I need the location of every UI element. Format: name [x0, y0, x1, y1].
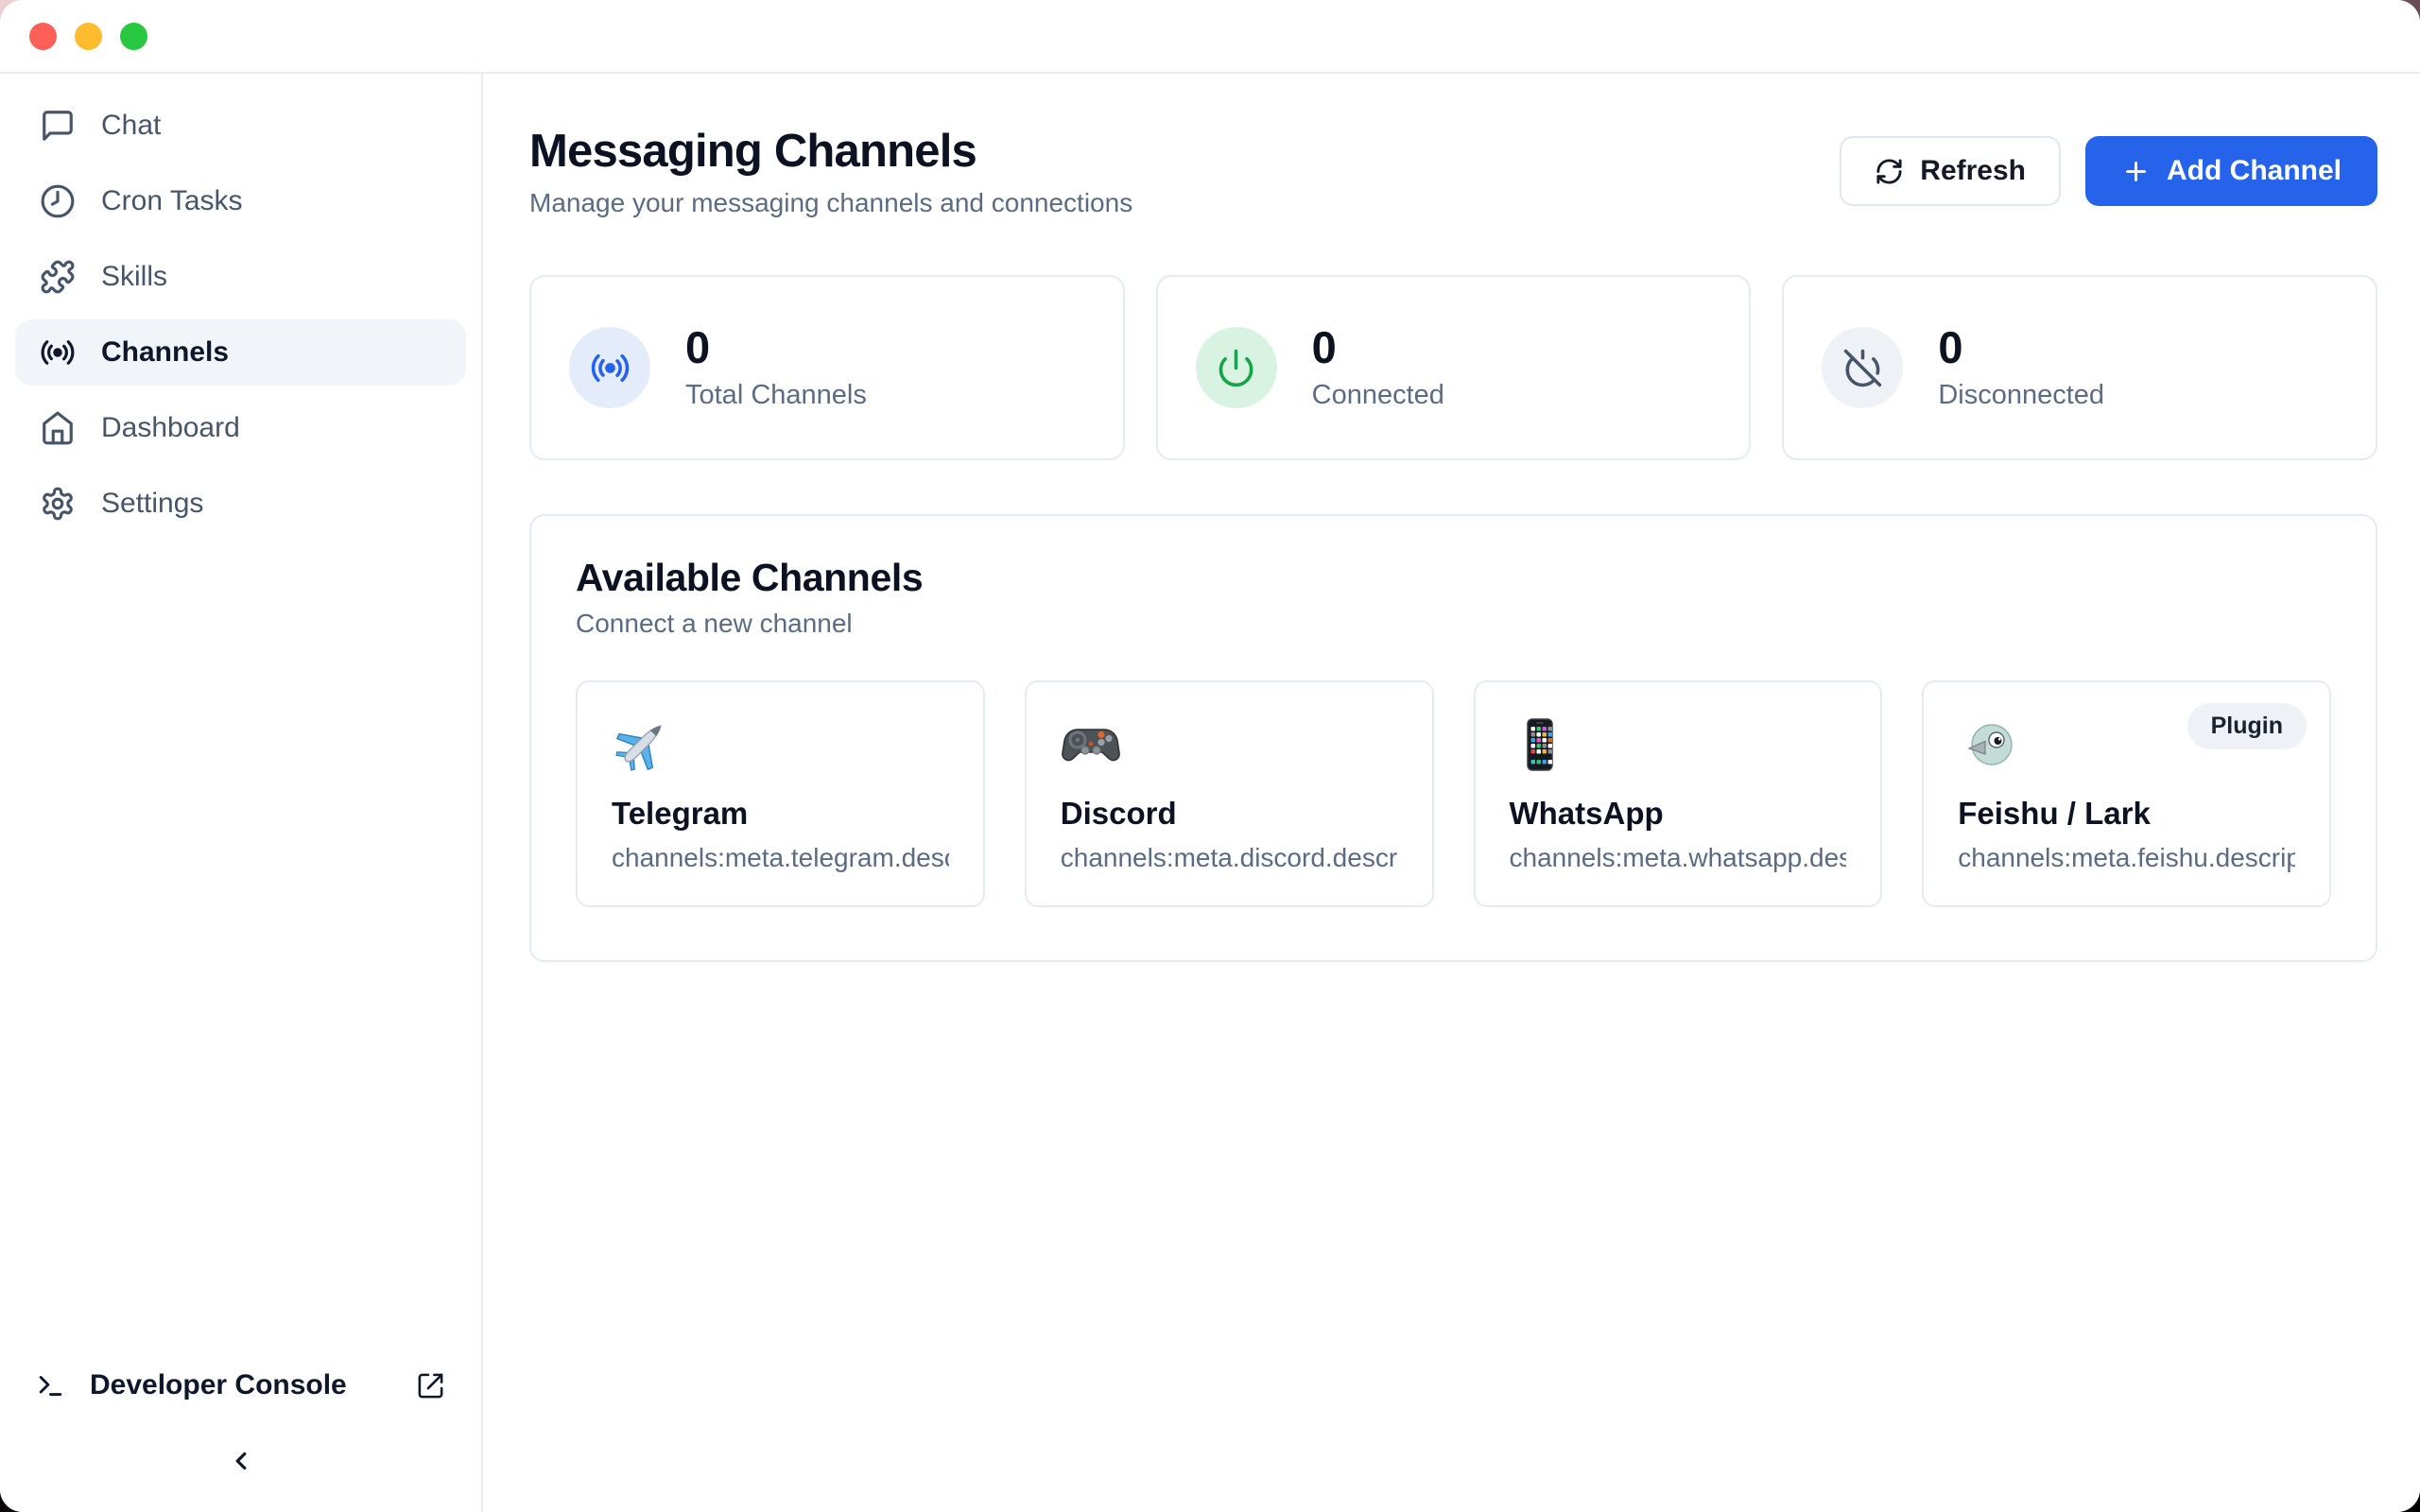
app-window: Chat Cron Tasks Skills Channels Dashboar…: [0, 0, 2420, 1512]
header-actions: Refresh Add Channel: [1840, 136, 2377, 206]
sidebar-item-label: Skills: [101, 261, 167, 293]
channel-name: Feishu / Lark: [1958, 796, 2295, 832]
page-subtitle: Manage your messaging channels and conne…: [529, 188, 1132, 218]
stat-label: Disconnected: [1938, 380, 2104, 411]
channel-name: Discord: [1061, 796, 1398, 832]
broadcast-icon: [40, 335, 76, 370]
stat-value: 0: [1312, 325, 1444, 369]
panel-subtitle: Connect a new channel: [576, 609, 2331, 639]
plus-icon: [2121, 157, 2151, 186]
power-off-icon: [1842, 348, 1883, 388]
stat-label: Connected: [1312, 380, 1444, 411]
stat-value: 0: [1938, 325, 2104, 369]
sidebar-item-label: Channels: [101, 336, 229, 369]
sidebar-item-cron-tasks[interactable]: Cron Tasks: [15, 168, 466, 234]
stat-text: 0 Connected: [1312, 325, 1444, 411]
add-channel-button-label: Add Channel: [2167, 155, 2342, 187]
page-header: Messaging Channels Manage your messaging…: [529, 125, 2377, 218]
stats-row: 0 Total Channels 0 Connected: [529, 275, 2377, 460]
refresh-button[interactable]: Refresh: [1840, 136, 2061, 206]
gamepad-emoji-icon: [1061, 714, 1121, 775]
available-channels-panel: Available Channels Connect a new channel: [529, 514, 2377, 962]
main-layout: Chat Cron Tasks Skills Channels Dashboar…: [0, 74, 2420, 1512]
zoom-window-button[interactable]: [120, 23, 147, 50]
power-icon: [1216, 348, 1256, 388]
close-window-button[interactable]: [29, 23, 57, 50]
sidebar-item-skills[interactable]: Skills: [15, 244, 466, 310]
channel-description: channels:meta.feishu.description: [1958, 843, 2295, 873]
channel-description: channels:meta.discord.description: [1061, 843, 1398, 873]
airplane-emoji-icon: [612, 714, 672, 775]
content-area: Messaging Channels Manage your messaging…: [483, 74, 2420, 1512]
stat-value: 0: [685, 325, 867, 369]
sidebar-item-settings[interactable]: Settings: [15, 471, 466, 537]
external-link-icon[interactable]: [416, 1371, 445, 1400]
chevron-left-icon: [227, 1447, 255, 1475]
sidebar-item-label: Chat: [101, 110, 161, 142]
sidebar: Chat Cron Tasks Skills Channels Dashboar…: [0, 74, 483, 1512]
page-title: Messaging Channels: [529, 125, 1132, 178]
sidebar-item-chat[interactable]: Chat: [15, 93, 466, 159]
stat-text: 0 Disconnected: [1938, 325, 2104, 411]
sidebar-item-label: Dashboard: [101, 412, 240, 444]
stat-card-disconnected: 0 Disconnected: [1782, 275, 2377, 460]
chat-bubble-icon: [40, 108, 76, 144]
bird-emoji-icon: [1958, 714, 2018, 775]
minimize-window-button[interactable]: [75, 23, 102, 50]
panel-title: Available Channels: [576, 556, 2331, 600]
add-channel-button[interactable]: Add Channel: [2085, 136, 2377, 206]
stat-card-total-channels: 0 Total Channels: [529, 275, 1125, 460]
refresh-button-label: Refresh: [1920, 155, 2026, 187]
clock-icon: [40, 183, 76, 219]
sidebar-item-label: Settings: [101, 488, 203, 520]
channel-description: channels:meta.whatsapp.description: [1510, 843, 1847, 873]
terminal-icon: [36, 1371, 65, 1400]
stat-card-connected: 0 Connected: [1156, 275, 1752, 460]
channel-name: Telegram: [612, 796, 949, 832]
sidebar-collapse-row: [15, 1416, 466, 1512]
stat-icon-wrap: [1822, 327, 1903, 408]
collapse-sidebar-button[interactable]: [220, 1440, 262, 1482]
plugin-badge: Plugin: [2187, 703, 2307, 749]
page-header-text: Messaging Channels Manage your messaging…: [529, 125, 1132, 218]
stat-icon-wrap: [1196, 327, 1277, 408]
channel-description: channels:meta.telegram.description: [612, 843, 949, 873]
channel-card-whatsapp[interactable]: WhatsApp channels:meta.whatsapp.descript…: [1474, 680, 1883, 907]
home-icon: [40, 410, 76, 446]
stat-text: 0 Total Channels: [685, 325, 867, 411]
channel-card-discord[interactable]: Discord channels:meta.discord.descriptio…: [1025, 680, 1434, 907]
developer-console-link[interactable]: Developer Console: [15, 1355, 466, 1416]
channel-grid: Telegram channels:meta.telegram.descript…: [576, 680, 2331, 907]
phone-emoji-icon: [1510, 714, 1570, 775]
channel-name: WhatsApp: [1510, 796, 1847, 832]
sidebar-item-label: Cron Tasks: [101, 185, 243, 217]
refresh-icon: [1875, 157, 1904, 186]
channel-card-feishu[interactable]: Plugin Feishu / Lark channels:meta.: [1922, 680, 2331, 907]
puzzle-icon: [40, 259, 76, 295]
developer-console-label: Developer Console: [90, 1369, 347, 1401]
sidebar-spacer: [15, 546, 466, 1355]
gear-icon: [40, 486, 76, 522]
sidebar-item-channels[interactable]: Channels: [15, 319, 466, 386]
titlebar: [0, 0, 2420, 74]
sidebar-item-dashboard[interactable]: Dashboard: [15, 395, 466, 461]
broadcast-icon: [590, 348, 631, 388]
stat-label: Total Channels: [685, 380, 867, 411]
channel-card-telegram[interactable]: Telegram channels:meta.telegram.descript…: [576, 680, 985, 907]
stat-icon-wrap: [569, 327, 650, 408]
